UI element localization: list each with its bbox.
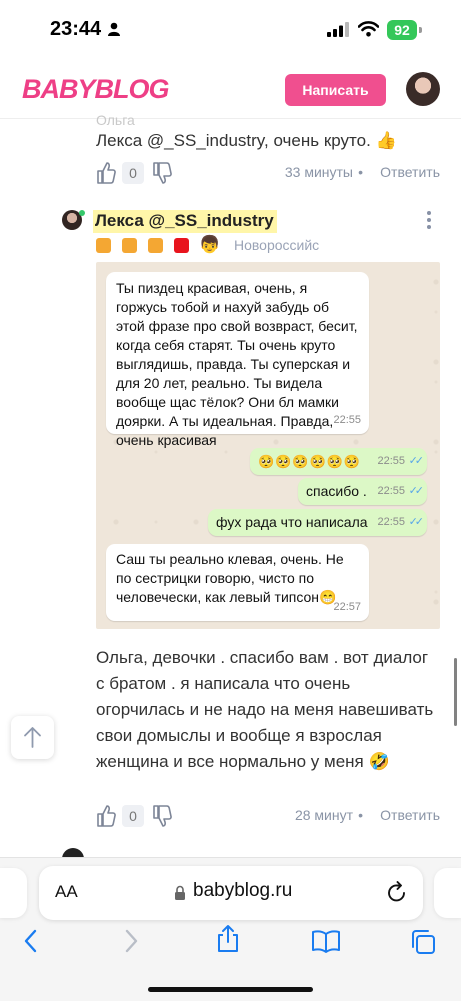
chat-message-outgoing: 🥺🥺🥺🥺🥺🥺 22:55 ✓✓	[250, 448, 427, 475]
comment1-like-count: 0	[122, 162, 144, 184]
arrow-up-icon	[24, 727, 41, 748]
more-options-icon[interactable]	[427, 211, 431, 229]
lock-icon	[175, 885, 185, 900]
back-icon[interactable]	[22, 928, 40, 954]
safari-toolbar	[0, 925, 461, 968]
chat-message-time: 22:55	[377, 455, 405, 467]
badge-orange	[96, 238, 111, 253]
tabs-icon[interactable]	[409, 928, 437, 956]
read-ticks-icon: ✓✓	[408, 485, 425, 497]
comment1-time: 33 минуты	[284, 164, 353, 180]
dislike-icon[interactable]	[152, 161, 172, 185]
comment2-separator: •	[358, 807, 363, 823]
scroll-to-top-button[interactable]	[11, 716, 54, 759]
comment2-author[interactable]: Лекса @_SS_industry	[93, 210, 277, 233]
child-icon: 👦	[199, 235, 221, 254]
chat-message-outgoing: спасибо . 22:55 ✓✓	[298, 478, 427, 505]
next-tab-edge[interactable]	[434, 868, 461, 918]
badge-orange	[122, 238, 137, 253]
chat-message-outgoing: фух рада что написала 22:55 ✓✓	[208, 509, 427, 536]
like-icon[interactable]	[96, 161, 116, 185]
read-ticks-icon: ✓✓	[408, 516, 425, 528]
home-indicator	[148, 987, 313, 992]
share-icon[interactable]	[215, 924, 241, 954]
online-indicator	[79, 210, 85, 216]
chat-message-incoming: Ты пиздец красивая, очень, я горжусь тоб…	[106, 272, 369, 448]
read-ticks-icon: ✓✓	[408, 455, 425, 467]
comment2-time: 28 минут	[294, 807, 353, 823]
comment2-like-count: 0	[122, 805, 144, 827]
address-bar[interactable]: AA babyblog.ru	[39, 866, 423, 920]
chat-message-text: Ты пиздец красивая, очень, я горжусь тоб…	[116, 280, 358, 448]
comment1-text: Лекса @_SS_industry, очень круто. 👍	[96, 131, 397, 150]
url-text[interactable]: babyblog.ru	[193, 880, 292, 902]
chat-message-incoming: Саш ты реально клевая, очень. Не по сест…	[106, 544, 369, 621]
comment1-separator: •	[358, 164, 363, 180]
comment2-text: Ольга, девочки . спасибо вам . вот диало…	[96, 648, 434, 771]
dislike-icon[interactable]	[152, 804, 172, 828]
site-header: BABYBLOG Написать	[0, 60, 461, 119]
reload-icon[interactable]	[386, 880, 408, 904]
wifi-icon	[358, 21, 379, 37]
bookmarks-icon[interactable]	[311, 928, 341, 954]
chat-message-time: 22:57	[333, 601, 361, 613]
comment2-actions: 0 28 минут • Ответить	[96, 804, 440, 830]
badge-red	[174, 238, 189, 253]
badge-orange	[148, 238, 163, 253]
babyblog-logo[interactable]: BABYBLOG	[22, 74, 169, 105]
cellular-signal-icon	[327, 22, 349, 37]
user-avatar[interactable]	[406, 72, 440, 106]
author-location: Новороссийск	[234, 237, 320, 253]
comment1-reply-link[interactable]: Ответить	[380, 164, 440, 180]
battery-tip	[419, 27, 422, 33]
like-icon[interactable]	[96, 804, 116, 828]
chat-message-time: 22:55	[377, 516, 405, 528]
chat-message-text: Саш ты реально клевая, очень. Не по сест…	[116, 551, 344, 605]
forward-icon[interactable]	[122, 928, 140, 954]
comment1-actions: 0 33 минуты • Ответить	[96, 161, 440, 187]
attached-chat-screenshot[interactable]: Ты пиздец красивая, очень, я горжусь тоб…	[96, 262, 440, 629]
safari-bottom-bar: AA babyblog.ru	[0, 857, 461, 1001]
person-icon	[108, 22, 120, 36]
scrollbar-thumb[interactable]	[454, 658, 457, 726]
text-size-button[interactable]: AA	[55, 882, 78, 902]
battery-indicator: 92	[387, 20, 417, 40]
previous-tab-edge[interactable]	[0, 868, 27, 918]
write-button[interactable]: Написать	[285, 74, 386, 106]
chat-message-time: 22:55	[333, 414, 361, 426]
chat-message-time: 22:55	[377, 485, 405, 497]
comment2-reply-link[interactable]: Ответить	[380, 807, 440, 823]
status-bar: 23:44 92	[0, 0, 461, 60]
status-time: 23:44	[50, 18, 102, 40]
comment1-author-partial: Ольга	[96, 112, 135, 128]
